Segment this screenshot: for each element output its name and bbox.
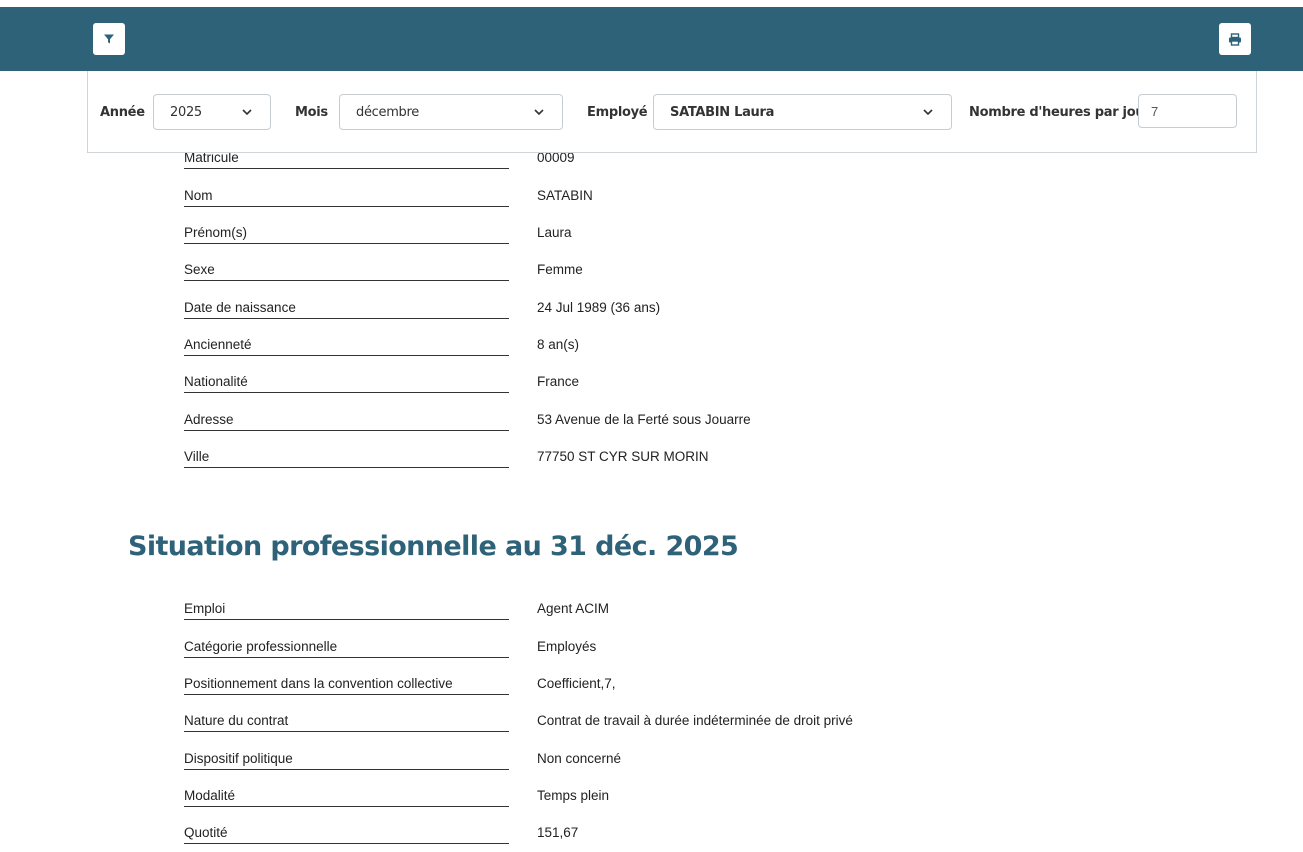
row-value: Agent ACIM — [537, 601, 610, 616]
row-label: Positionnement dans la convention collec… — [184, 676, 509, 695]
row-label: Dispositif politique — [184, 751, 509, 770]
row-label: Nationalité — [184, 374, 509, 393]
print-button[interactable] — [1219, 23, 1251, 55]
filter-toggle-button[interactable] — [93, 23, 125, 55]
row-label: Catégorie professionnelle — [184, 639, 509, 658]
info-row-categorie: Catégorie professionnelle Employés — [184, 639, 884, 659]
row-label: Nature du contrat — [184, 713, 509, 732]
info-row-prenom: Prénom(s) Laura — [184, 225, 884, 245]
row-label: Ancienneté — [184, 337, 509, 356]
row-value: Femme — [537, 262, 583, 277]
row-label: Ville — [184, 449, 509, 468]
hours-per-day-label: Nombre d'heures par jour — [969, 105, 1151, 120]
info-row-anciennete: Ancienneté 8 an(s) — [184, 337, 884, 357]
top-toolbar — [0, 7, 1303, 71]
row-label: Sexe — [184, 262, 509, 281]
info-row-modalite: Modalité Temps plein — [184, 788, 884, 808]
employee-select[interactable]: SATABIN Laura — [653, 94, 952, 130]
row-value: Contrat de travail à durée indéterminée … — [537, 713, 853, 728]
month-label: Mois — [295, 105, 328, 120]
info-row-nature-contrat: Nature du contrat Contrat de travail à d… — [184, 713, 884, 733]
row-value: Non concerné — [537, 751, 622, 766]
info-row-dispositif: Dispositif politique Non concerné — [184, 751, 884, 771]
row-label: Date de naissance — [184, 300, 509, 319]
month-select-value: décembre — [356, 104, 419, 120]
info-row-sexe: Sexe Femme — [184, 262, 884, 282]
year-select-value: 2025 — [170, 104, 202, 120]
row-value: Temps plein — [537, 788, 610, 803]
info-row-date-naissance: Date de naissance 24 Jul 1989 (36 ans) — [184, 300, 884, 320]
row-label: Modalité — [184, 788, 509, 807]
chevron-down-icon — [534, 106, 546, 118]
row-value: 8 an(s) — [537, 337, 580, 352]
row-value: 151,67 — [537, 825, 579, 840]
info-row-emploi: Emploi Agent ACIM — [184, 601, 884, 621]
row-label: Emploi — [184, 601, 509, 620]
info-row-nom: Nom SATABIN — [184, 188, 884, 208]
info-row-ville: Ville 77750 ST CYR SUR MORIN — [184, 449, 884, 469]
row-label: Prénom(s) — [184, 225, 509, 244]
info-row-positionnement: Positionnement dans la convention collec… — [184, 676, 884, 696]
year-label: Année — [100, 105, 145, 120]
filter-panel: Année 2025 Mois décembre Employé SATABIN… — [87, 71, 1257, 153]
row-value: Coefficient,7, — [537, 676, 616, 691]
row-value: France — [537, 374, 580, 389]
employee-select-value: SATABIN Laura — [670, 104, 775, 120]
row-value: 24 Jul 1989 (36 ans) — [537, 300, 661, 315]
month-select[interactable]: décembre — [339, 94, 563, 130]
row-value: Employés — [537, 639, 597, 654]
info-row-matricule: Matricule 00009 — [184, 150, 884, 170]
print-icon — [1229, 32, 1241, 46]
filter-icon — [104, 34, 114, 44]
section-title: Situation professionnelle au 31 déc. 202… — [128, 531, 739, 562]
info-row-adresse: Adresse 53 Avenue de la Ferté sous Jouar… — [184, 412, 884, 432]
chevron-down-icon — [923, 106, 935, 118]
row-label: Quotité — [184, 825, 509, 844]
chevron-down-icon — [242, 106, 254, 118]
year-select[interactable]: 2025 — [153, 94, 271, 130]
row-value: 53 Avenue de la Ferté sous Jouarre — [537, 412, 751, 427]
row-value: Laura — [537, 225, 572, 240]
row-value: 77750 ST CYR SUR MORIN — [537, 449, 709, 464]
info-row-nationalite: Nationalité France — [184, 374, 884, 394]
info-row-quotite: Quotité 151,67 — [184, 825, 884, 845]
row-value: SATABIN — [537, 188, 593, 203]
employee-label: Employé — [587, 105, 648, 120]
hours-per-day-input[interactable]: 7 — [1138, 94, 1237, 128]
row-label: Nom — [184, 188, 509, 207]
row-label: Adresse — [184, 412, 509, 431]
